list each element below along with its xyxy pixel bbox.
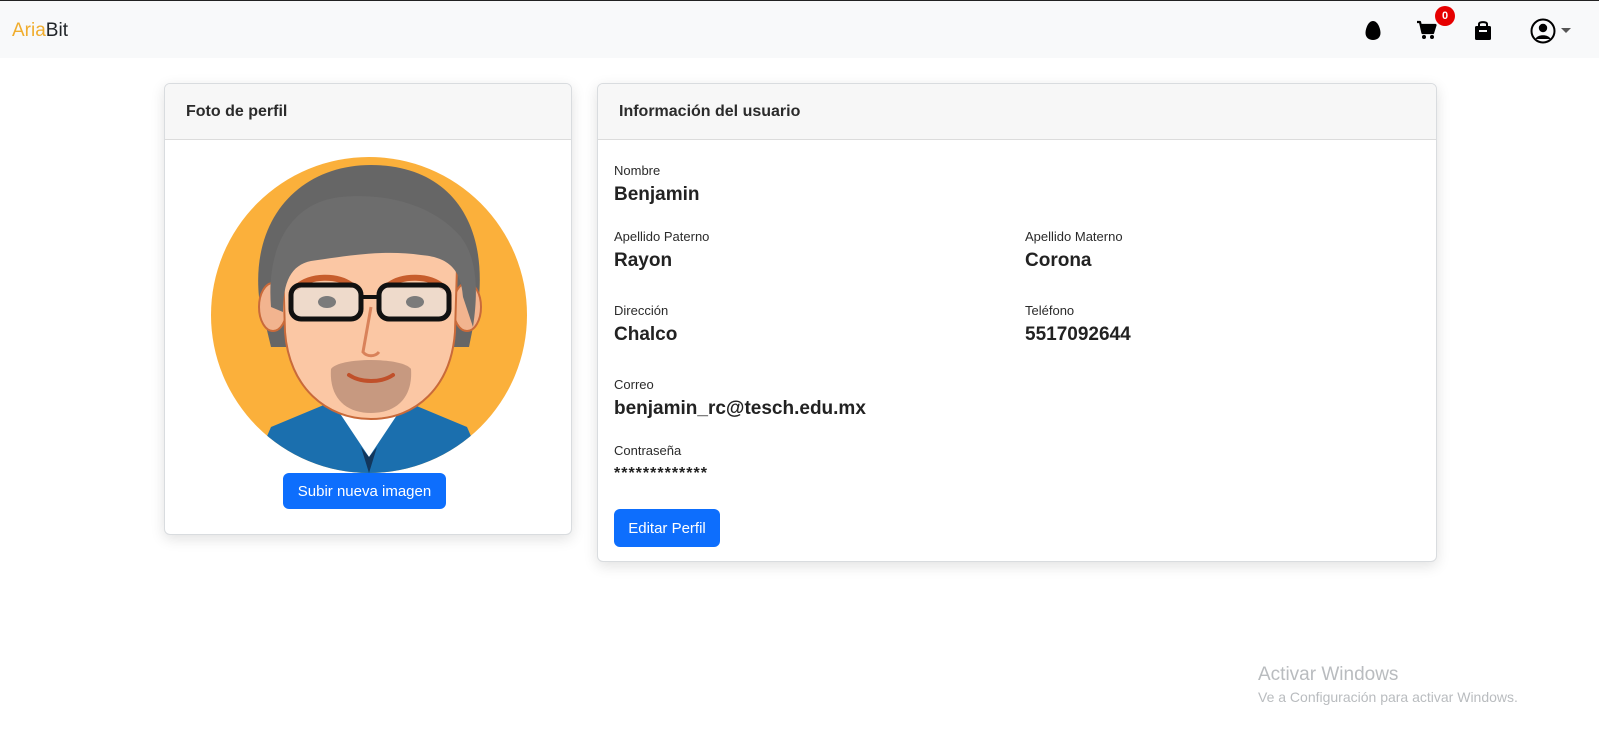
upload-image-button[interactable]: Subir nueva imagen (283, 473, 446, 509)
user-info-card: Información del usuario Nombre Benjamin … (597, 83, 1437, 562)
user-circle-icon[interactable] (1530, 18, 1556, 44)
user-info-card-header: Información del usuario (598, 84, 1436, 140)
windows-activation-subtitle: Ve a Configuración para activar Windows. (1258, 689, 1518, 705)
edit-profile-button[interactable]: Editar Perfil (614, 509, 720, 547)
brand-logo[interactable]: AriaBit (12, 20, 68, 42)
profile-photo-card-header: Foto de perfil (165, 84, 571, 140)
brand-part-2: Bit (45, 20, 68, 41)
apellido-materno-label: Apellido Materno (1025, 229, 1123, 244)
nombre-label: Nombre (614, 163, 661, 178)
brand-part-1: Aria (12, 20, 46, 41)
caret-down-icon[interactable] (1561, 28, 1571, 34)
apellido-materno-value: Corona (1025, 250, 1092, 271)
avatar-image (211, 157, 527, 473)
direccion-label: Dirección (614, 303, 669, 318)
cart-count-badge: 0 (1435, 6, 1455, 26)
correo-label: Correo (614, 377, 654, 392)
direccion-value: Chalco (614, 324, 678, 345)
shopping-bag-icon[interactable] (1472, 19, 1494, 41)
windows-activation-title: Activar Windows (1258, 664, 1399, 685)
apellido-paterno-label: Apellido Paterno (614, 229, 710, 244)
contrasena-value: ************* (614, 465, 708, 482)
correo-value: benjamin_rc@tesch.edu.mx (614, 398, 866, 419)
apellido-paterno-value: Rayon (614, 250, 673, 271)
cart-icon[interactable] (1416, 19, 1438, 41)
egg-icon[interactable] (1362, 19, 1384, 41)
navbar: AriaBit 0 (0, 0, 1599, 58)
nombre-value: Benjamin (614, 184, 700, 205)
telefono-value: 5517092644 (1025, 324, 1131, 345)
contrasena-label: Contraseña (614, 443, 682, 458)
telefono-label: Teléfono (1025, 303, 1075, 318)
profile-photo-card: Foto de perfil Subir nueva imagen (164, 83, 572, 535)
